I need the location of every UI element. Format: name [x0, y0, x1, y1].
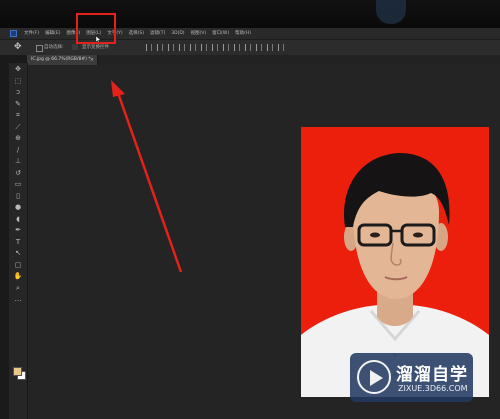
annotation-arrow-line — [115, 89, 183, 273]
annotation-arrowhead-icon — [111, 80, 125, 97]
watermark-play-circle-icon — [357, 360, 391, 394]
watermark-title: 溜溜自学 — [396, 365, 468, 385]
play-icon — [370, 370, 383, 386]
watermark-logo: 溜溜自学 ZIXUE.3D66.COM — [350, 353, 473, 402]
watermark-subtitle: ZIXUE.3D66.COM — [398, 384, 468, 393]
